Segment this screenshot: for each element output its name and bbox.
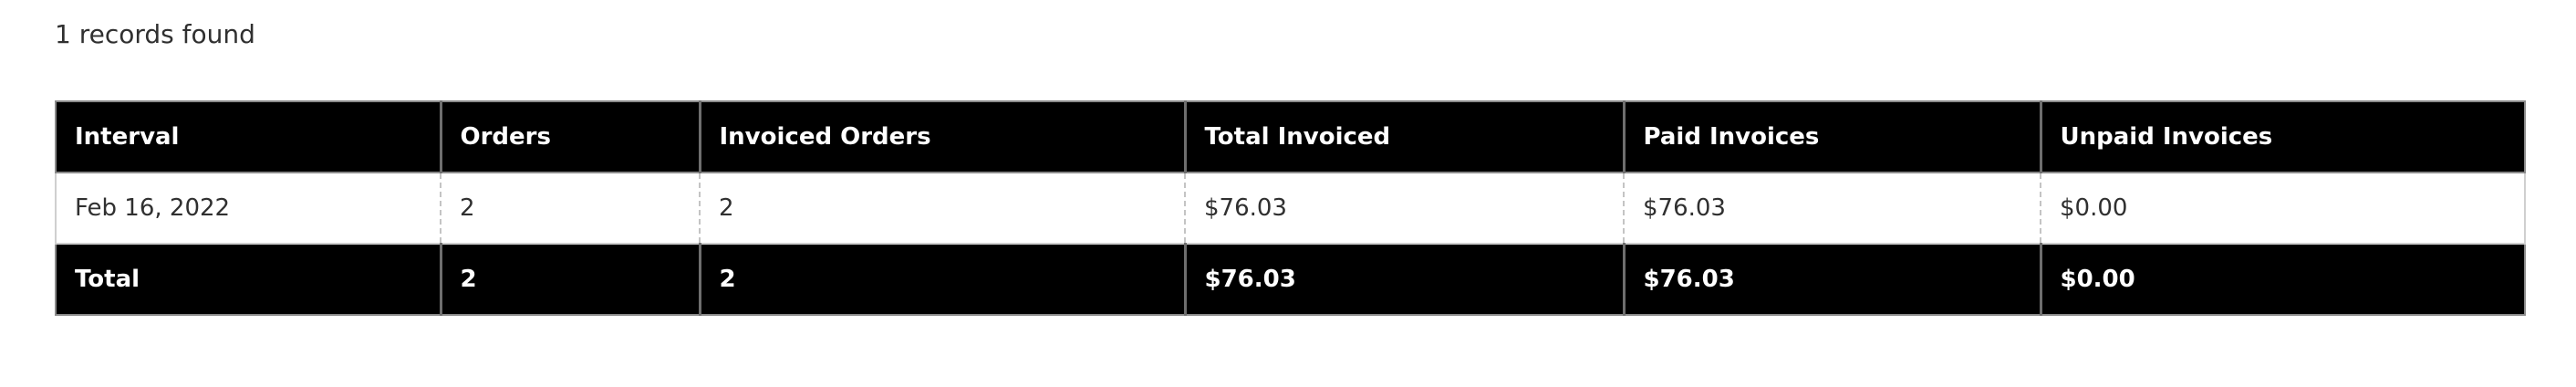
column-header-invoiced-orders[interactable]: Invoiced Orders	[698, 100, 1186, 173]
cell-total-invoiced: $76.03	[1184, 172, 1624, 245]
column-header-orders[interactable]: Orders	[439, 100, 701, 173]
total-total-invoiced: $76.03	[1183, 243, 1625, 316]
column-header-paid-invoices[interactable]: Paid Invoices	[1622, 100, 2041, 173]
table-row: Feb 16, 2022 2 2 $76.03 $76.03 $0.00	[55, 172, 2526, 245]
cell-orders: 2	[440, 172, 700, 245]
total-orders: 2	[439, 243, 701, 316]
table-body: Feb 16, 2022 2 2 $76.03 $76.03 $0.00	[55, 172, 2526, 245]
records-found-count: 1 records found	[55, 19, 255, 49]
column-header-interval[interactable]: Interval	[55, 100, 441, 173]
cell-invoiced-orders: 2	[699, 172, 1185, 245]
total-unpaid-invoices: $0.00	[2039, 243, 2526, 316]
column-header-unpaid-invoices[interactable]: Unpaid Invoices	[2039, 100, 2526, 173]
cell-paid-invoices: $76.03	[1623, 172, 2041, 245]
cell-unpaid-invoices: $0.00	[2040, 172, 2526, 245]
table-header: Interval Orders Invoiced Orders Total In…	[55, 100, 2526, 173]
total-label: Total	[55, 243, 441, 316]
header-row: Interval Orders Invoiced Orders Total In…	[55, 100, 2526, 173]
table-footer: Total 2 2 $76.03 $76.03 $0.00	[55, 243, 2526, 316]
total-invoiced-orders: 2	[698, 243, 1186, 316]
column-header-total-invoiced[interactable]: Total Invoiced	[1183, 100, 1625, 173]
report-table: Interval Orders Invoiced Orders Total In…	[55, 100, 2526, 316]
total-paid-invoices: $76.03	[1622, 243, 2041, 316]
cell-interval: Feb 16, 2022	[55, 172, 441, 245]
totals-row: Total 2 2 $76.03 $76.03 $0.00	[55, 243, 2526, 316]
